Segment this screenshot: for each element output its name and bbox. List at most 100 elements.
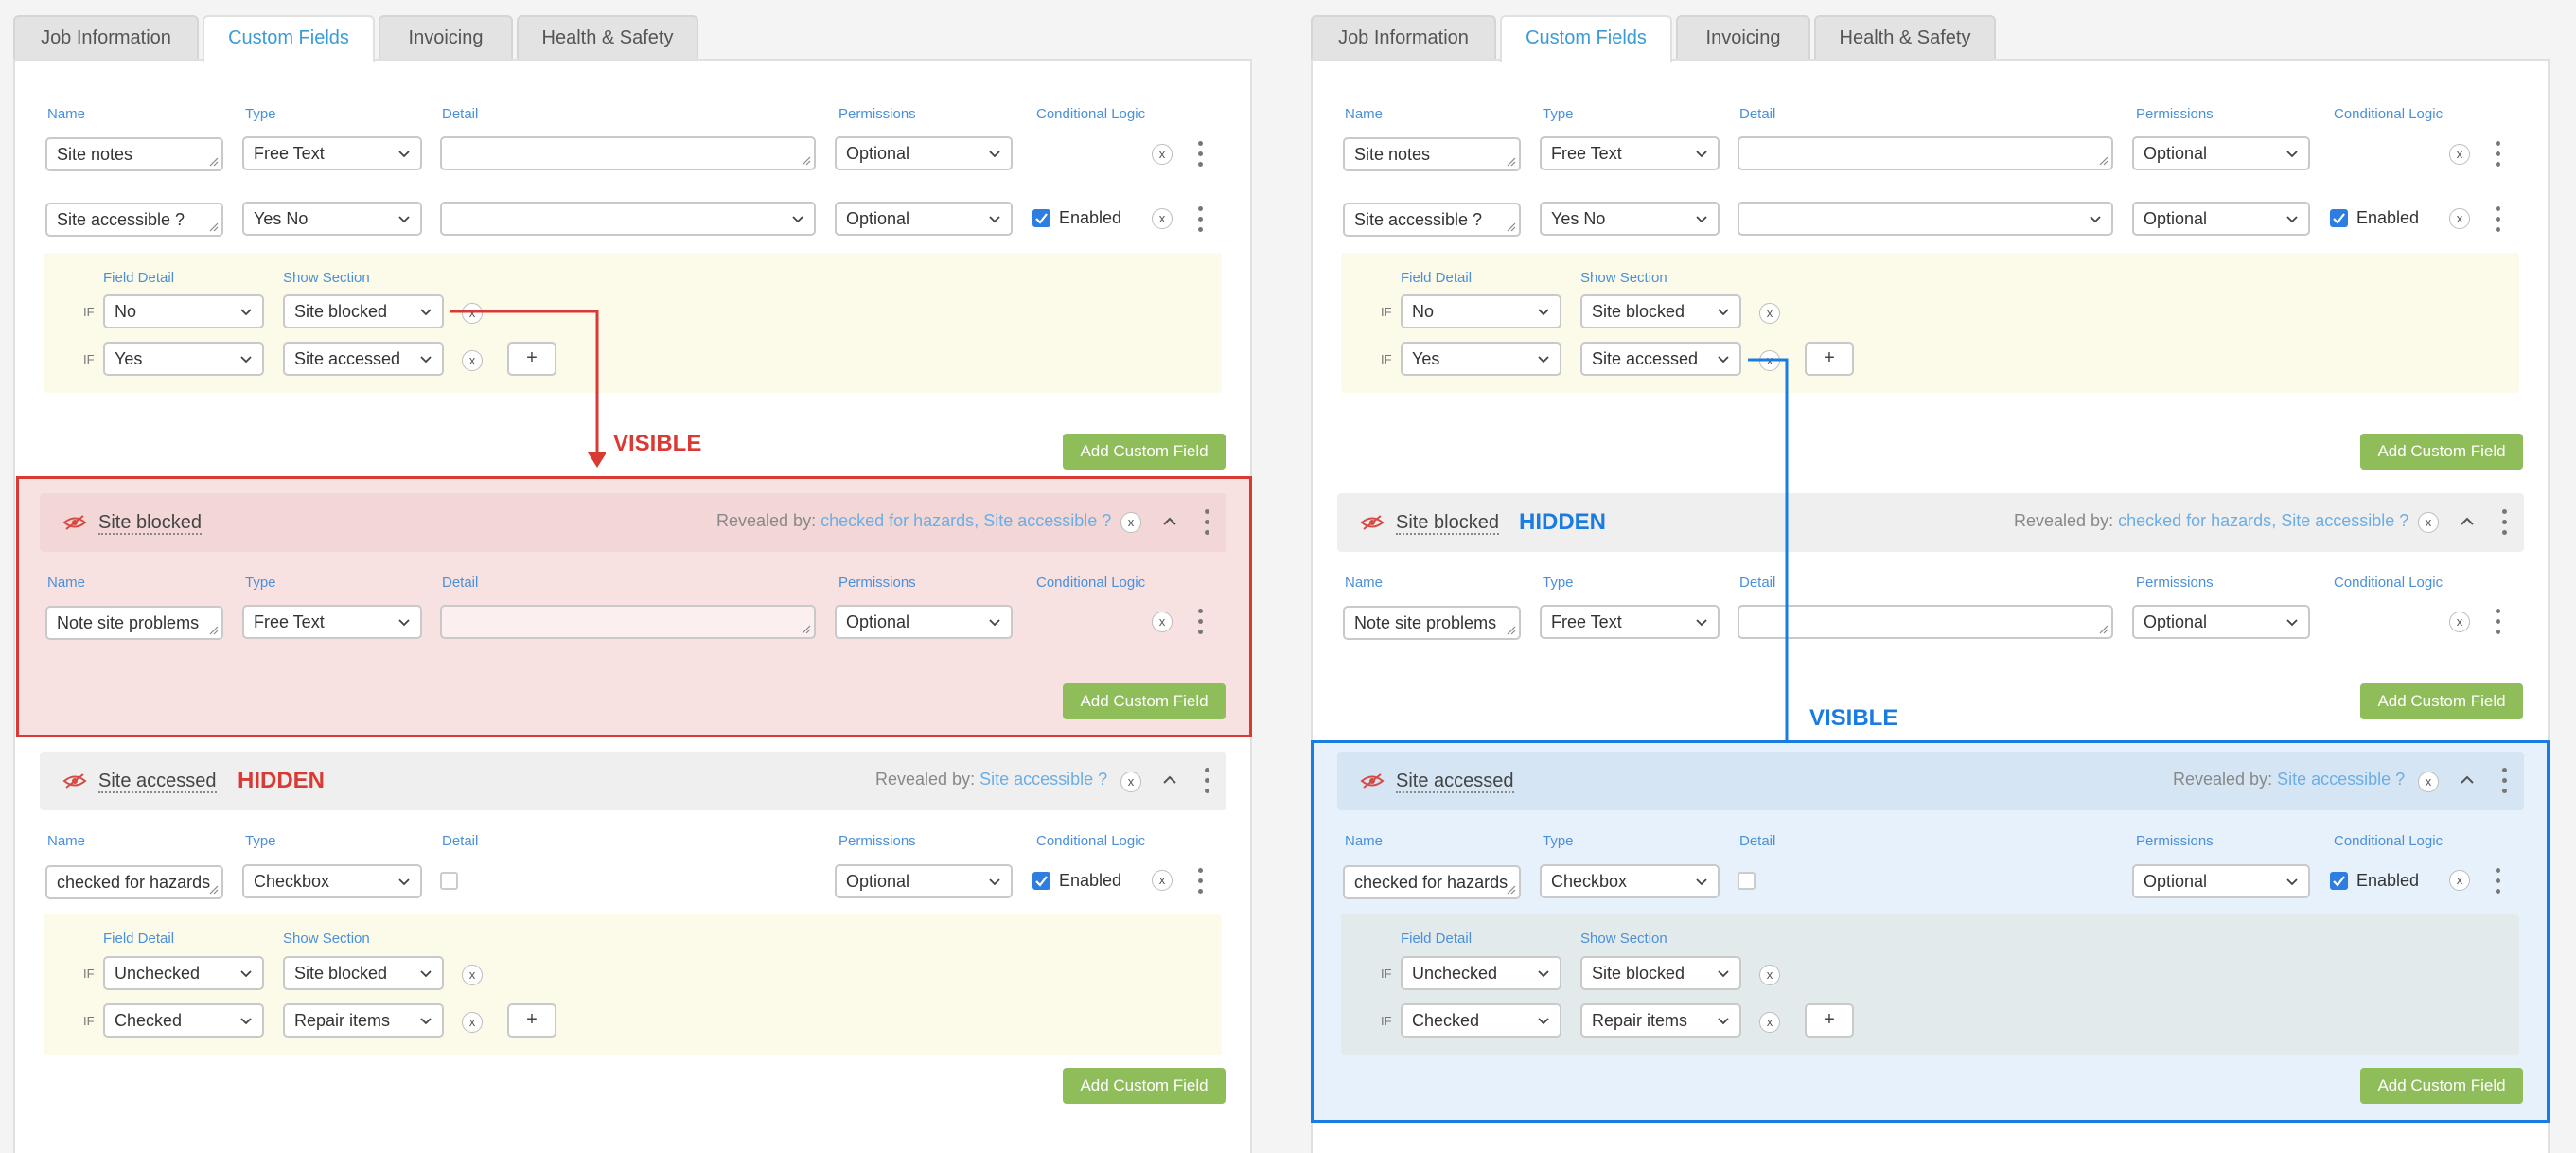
name-field[interactable]: checked for hazards: [1343, 865, 1521, 899]
section-title[interactable]: Site accessed: [1396, 771, 1514, 793]
permissions-select[interactable]: Optional: [835, 136, 1013, 170]
type-select[interactable]: Yes No: [242, 202, 422, 236]
collapse-icon[interactable]: [1162, 516, 1177, 525]
revealed-link-hazards[interactable]: checked for hazards: [820, 511, 974, 530]
revealed-link-accessible[interactable]: Site accessible ?: [2277, 770, 2405, 789]
name-field[interactable]: Site notes: [45, 137, 223, 171]
permissions-select[interactable]: Optional: [2132, 605, 2310, 639]
name-field[interactable]: Note site problems: [1343, 606, 1521, 640]
show-section-select[interactable]: Site accessed: [1580, 342, 1741, 376]
tab-invoicing[interactable]: Invoicing: [1676, 15, 1810, 59]
remove-condition-button[interactable]: x: [1759, 303, 1780, 324]
tab-job-information[interactable]: Job Information: [13, 15, 199, 59]
more-options-icon[interactable]: [1198, 765, 1217, 797]
revealed-link-accessible[interactable]: Site accessible ?: [2281, 511, 2408, 530]
show-section-select[interactable]: Repair items: [1580, 1003, 1741, 1038]
add-custom-field-button[interactable]: Add Custom Field: [1063, 683, 1226, 719]
tab-invoicing[interactable]: Invoicing: [379, 15, 513, 59]
remove-field-button[interactable]: x: [1152, 612, 1173, 632]
add-condition-button[interactable]: +: [507, 1003, 556, 1038]
conditional-logic-checkbox[interactable]: [1032, 872, 1050, 890]
resize-grip-icon[interactable]: [1507, 157, 1516, 167]
tab-custom-fields[interactable]: Custom Fields: [1500, 15, 1672, 62]
detail-select[interactable]: [440, 202, 816, 236]
remove-condition-button[interactable]: x: [1759, 1012, 1780, 1033]
detail-select[interactable]: [1738, 202, 2113, 236]
conditional-logic-checkbox[interactable]: [2330, 209, 2348, 227]
tab-custom-fields[interactable]: Custom Fields: [203, 15, 375, 62]
detail-field[interactable]: [440, 605, 816, 639]
field-detail-select[interactable]: Unchecked: [1401, 956, 1561, 990]
type-select[interactable]: Free Text: [1540, 136, 1720, 170]
remove-section-button[interactable]: x: [1120, 772, 1141, 792]
type-select[interactable]: Yes No: [1540, 202, 1720, 236]
tab-health-safety[interactable]: Health & Safety: [517, 15, 698, 59]
name-field[interactable]: Site accessible ?: [45, 203, 223, 237]
more-options-icon[interactable]: [1191, 606, 1210, 638]
resize-grip-icon[interactable]: [2099, 625, 2108, 634]
permissions-select[interactable]: Optional: [2132, 202, 2310, 236]
show-section-select[interactable]: Repair items: [283, 1003, 444, 1038]
conditional-logic-checkbox[interactable]: [2330, 872, 2348, 890]
detail-field[interactable]: [440, 136, 816, 170]
name-field[interactable]: Site accessible ?: [1343, 203, 1521, 237]
detail-checkbox[interactable]: [1738, 872, 1756, 890]
remove-field-button[interactable]: x: [1152, 870, 1173, 891]
name-field[interactable]: Site notes: [1343, 137, 1521, 171]
tab-health-safety[interactable]: Health & Safety: [1814, 15, 1996, 59]
permissions-select[interactable]: Optional: [835, 605, 1013, 639]
more-options-icon[interactable]: [1191, 204, 1210, 236]
more-options-icon[interactable]: [1191, 138, 1210, 170]
resize-grip-icon[interactable]: [802, 625, 811, 634]
remove-condition-button[interactable]: x: [462, 965, 483, 985]
type-select[interactable]: Checkbox: [1540, 864, 1720, 898]
resize-grip-icon[interactable]: [1507, 885, 1516, 895]
remove-section-button[interactable]: x: [2418, 512, 2439, 533]
show-section-select[interactable]: Site blocked: [1580, 956, 1741, 990]
more-options-icon[interactable]: [2496, 765, 2514, 797]
more-options-icon[interactable]: [2489, 138, 2508, 170]
more-options-icon[interactable]: [2489, 204, 2508, 236]
remove-section-button[interactable]: x: [2418, 772, 2439, 792]
remove-field-button[interactable]: x: [2449, 612, 2470, 632]
remove-section-button[interactable]: x: [1120, 512, 1141, 533]
field-detail-select[interactable]: Yes: [1401, 342, 1561, 376]
add-custom-field-button[interactable]: Add Custom Field: [2360, 1068, 2523, 1104]
revealed-link-accessible[interactable]: Site accessible ?: [983, 511, 1111, 530]
add-custom-field-button[interactable]: Add Custom Field: [2360, 434, 2523, 470]
revealed-link-accessible[interactable]: Site accessible ?: [979, 770, 1107, 789]
more-options-icon[interactable]: [1191, 865, 1210, 897]
name-field[interactable]: checked for hazards: [45, 865, 223, 899]
type-select[interactable]: Free Text: [242, 136, 422, 170]
field-detail-select[interactable]: Yes: [103, 342, 264, 376]
show-section-select[interactable]: Site accessed: [283, 342, 444, 376]
more-options-icon[interactable]: [2489, 865, 2508, 897]
type-select[interactable]: Checkbox: [242, 864, 422, 898]
section-title[interactable]: Site blocked: [1396, 512, 1499, 535]
show-section-select[interactable]: Site blocked: [1580, 294, 1741, 328]
permissions-select[interactable]: Optional: [2132, 136, 2310, 170]
resize-grip-icon[interactable]: [1507, 626, 1516, 635]
name-field[interactable]: Note site problems: [45, 606, 223, 640]
resize-grip-icon[interactable]: [209, 157, 219, 167]
more-options-icon[interactable]: [2489, 606, 2508, 638]
remove-field-button[interactable]: x: [2449, 144, 2470, 165]
section-title[interactable]: Site accessed: [98, 771, 217, 793]
show-section-select[interactable]: Site blocked: [283, 294, 444, 328]
add-condition-button[interactable]: +: [1805, 1003, 1854, 1038]
more-options-icon[interactable]: [1198, 506, 1217, 539]
type-select[interactable]: Free Text: [242, 605, 422, 639]
resize-grip-icon[interactable]: [1507, 222, 1516, 232]
remove-field-button[interactable]: x: [2449, 870, 2470, 891]
revealed-link-hazards[interactable]: checked for hazards: [2118, 511, 2271, 530]
remove-field-button[interactable]: x: [2449, 208, 2470, 229]
remove-condition-button[interactable]: x: [462, 1012, 483, 1033]
permissions-select[interactable]: Optional: [835, 202, 1013, 236]
tab-job-information[interactable]: Job Information: [1311, 15, 1496, 59]
permissions-select[interactable]: Optional: [2132, 864, 2310, 898]
collapse-icon[interactable]: [2460, 516, 2475, 525]
more-options-icon[interactable]: [2496, 506, 2514, 539]
section-title[interactable]: Site blocked: [98, 512, 202, 535]
resize-grip-icon[interactable]: [209, 626, 219, 635]
remove-condition-button[interactable]: x: [1759, 965, 1780, 985]
